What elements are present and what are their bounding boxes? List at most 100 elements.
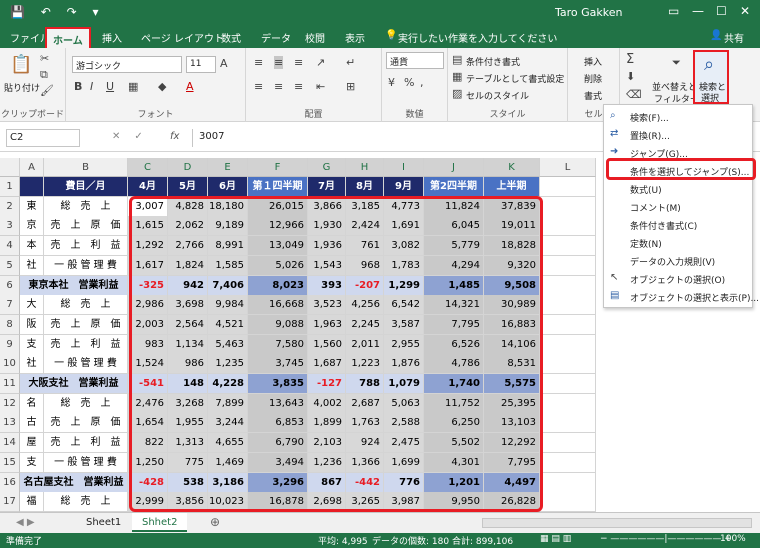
copy-icon[interactable]: ⧉ — [40, 68, 48, 82]
data-cell[interactable]: 822 — [128, 433, 168, 454]
data-cell[interactable]: 1,469 — [208, 452, 248, 473]
data-cell[interactable]: 1,585 — [208, 255, 248, 276]
column-title[interactable]: 8月 — [346, 177, 384, 197]
row-header[interactable]: 17 — [0, 492, 20, 513]
data-cell[interactable]: 1,691 — [384, 216, 424, 237]
data-cell[interactable]: 3,856 — [168, 492, 208, 513]
menu-conditional-format[interactable]: 条件付き書式(C) — [630, 219, 697, 232]
tab-review[interactable]: 校閲 — [305, 30, 325, 45]
row-header[interactable]: 7 — [0, 295, 20, 316]
column-header-f[interactable]: F — [248, 158, 308, 177]
column-title[interactable]: 5月 — [168, 177, 208, 197]
data-cell[interactable]: 2,588 — [384, 413, 424, 434]
data-cell[interactable]: 3,587 — [384, 314, 424, 335]
data-cell[interactable]: 6,045 — [424, 216, 484, 237]
format-painter-icon[interactable]: 🖌 — [40, 84, 54, 97]
menu-select-objects[interactable]: オブジェクトの選択(O) — [630, 273, 725, 286]
cell-style-button[interactable]: セルのスタイル — [466, 89, 529, 102]
format-as-table-button[interactable]: テーブルとして書式設定 — [466, 72, 564, 85]
data-cell[interactable]: 1,366 — [346, 452, 384, 473]
data-cell[interactable]: 3,494 — [248, 452, 308, 473]
data-cell[interactable]: 9,320 — [484, 255, 540, 276]
data-cell[interactable]: 3,745 — [248, 354, 308, 375]
column-header-j[interactable]: J — [424, 158, 484, 177]
item-label[interactable]: 売 上 原 価 — [44, 216, 128, 237]
name-box[interactable]: C2 — [6, 129, 80, 147]
data-cell[interactable]: 4,655 — [208, 433, 248, 454]
data-cell[interactable]: 393 — [308, 275, 346, 296]
data-cell[interactable]: 924 — [346, 433, 384, 454]
menu-comments[interactable]: コメント(M) — [630, 201, 681, 214]
row-header[interactable]: 12 — [0, 393, 20, 414]
data-cell[interactable]: 4,521 — [208, 314, 248, 335]
row-header[interactable]: 14 — [0, 433, 20, 454]
column-header-c[interactable]: C — [128, 158, 168, 177]
menu-formulas[interactable]: 数式(U) — [630, 183, 662, 196]
item-label[interactable]: 総 売 上 — [44, 295, 128, 316]
row-header[interactable]: 13 — [0, 413, 20, 434]
row-header[interactable]: 1 — [0, 177, 20, 197]
data-cell[interactable]: 2,999 — [128, 492, 168, 513]
cell[interactable] — [540, 374, 596, 394]
data-cell[interactable]: 13,049 — [248, 236, 308, 257]
data-cell[interactable]: -442 — [346, 472, 384, 493]
share-button[interactable]: 共有 — [724, 30, 744, 45]
data-cell[interactable]: 2,986 — [128, 295, 168, 316]
branch-label[interactable]: 屋 — [20, 433, 44, 454]
fill-color-icon[interactable]: ◆ — [158, 80, 166, 93]
data-cell[interactable]: 16,883 — [484, 314, 540, 335]
merge-icon[interactable]: ⊞ — [346, 80, 355, 93]
data-cell[interactable]: 1,313 — [168, 433, 208, 454]
data-cell[interactable]: -428 — [128, 472, 168, 493]
font-grow-icon[interactable]: A — [220, 57, 228, 70]
data-cell[interactable]: 1,250 — [128, 452, 168, 473]
data-cell[interactable]: 3,698 — [168, 295, 208, 316]
formula-action-icons[interactable]: ✕✓ — [112, 131, 157, 142]
data-cell[interactable]: 1,699 — [384, 452, 424, 473]
cell[interactable] — [540, 334, 596, 355]
column-header-h[interactable]: H — [346, 158, 384, 177]
data-cell[interactable]: 8,531 — [484, 354, 540, 375]
row-header[interactable]: 5 — [0, 255, 20, 276]
number-format-select[interactable]: 通貨 — [386, 52, 444, 69]
indent-icon[interactable]: ⇤ — [316, 80, 325, 93]
row-header[interactable]: 11 — [0, 374, 20, 394]
data-cell[interactable]: 1,201 — [424, 472, 484, 493]
data-cell[interactable]: 5,463 — [208, 334, 248, 355]
cell[interactable] — [540, 472, 596, 493]
data-cell[interactable]: 1,524 — [128, 354, 168, 375]
comma-icon[interactable]: , — [420, 76, 424, 89]
branch-label[interactable]: 支 — [20, 452, 44, 473]
currency-icon[interactable]: ¥ — [388, 76, 395, 89]
menu-constants[interactable]: 定数(N) — [630, 237, 662, 250]
data-cell[interactable]: 10,023 — [208, 492, 248, 513]
profit-label[interactable]: 大阪支社 営業利益 — [20, 374, 128, 394]
sheet-nav-icons[interactable]: ◀ ▶ — [6, 513, 45, 532]
data-cell[interactable]: 26,015 — [248, 196, 308, 217]
border-icon[interactable]: ▦ — [128, 80, 138, 93]
view-mode-icons[interactable]: ▦ ▤ ▥ — [540, 534, 571, 544]
data-cell[interactable]: 2,424 — [346, 216, 384, 237]
data-cell[interactable]: 16,668 — [248, 295, 308, 316]
quick-access-icons[interactable]: 💾 ↶ ↷ ▾ — [10, 5, 105, 19]
data-cell[interactable]: 18,180 — [208, 196, 248, 217]
item-label[interactable]: 一 般 管 理 費 — [44, 354, 128, 375]
data-cell[interactable]: 11,824 — [424, 196, 484, 217]
data-cell[interactable]: 1,615 — [128, 216, 168, 237]
column-title[interactable]: 9月 — [384, 177, 424, 197]
data-cell[interactable]: 6,790 — [248, 433, 308, 454]
data-cell[interactable]: 3,244 — [208, 413, 248, 434]
row-header[interactable]: 2 — [0, 196, 20, 217]
insert-cells-button[interactable]: 挿入 — [584, 55, 602, 68]
add-sheet-icon[interactable]: ⊕ — [200, 513, 230, 532]
data-cell[interactable]: 18,828 — [484, 236, 540, 257]
data-cell[interactable]: 8,023 — [248, 275, 308, 296]
tab-home[interactable]: ホーム — [45, 27, 91, 48]
data-cell[interactable]: 4,294 — [424, 255, 484, 276]
branch-label[interactable]: 古 — [20, 413, 44, 434]
data-cell[interactable]: 1,955 — [168, 413, 208, 434]
data-cell[interactable]: 14,321 — [424, 295, 484, 316]
branch-label[interactable]: 東 — [20, 196, 44, 217]
data-cell[interactable]: 7,580 — [248, 334, 308, 355]
data-cell[interactable]: 19,011 — [484, 216, 540, 237]
